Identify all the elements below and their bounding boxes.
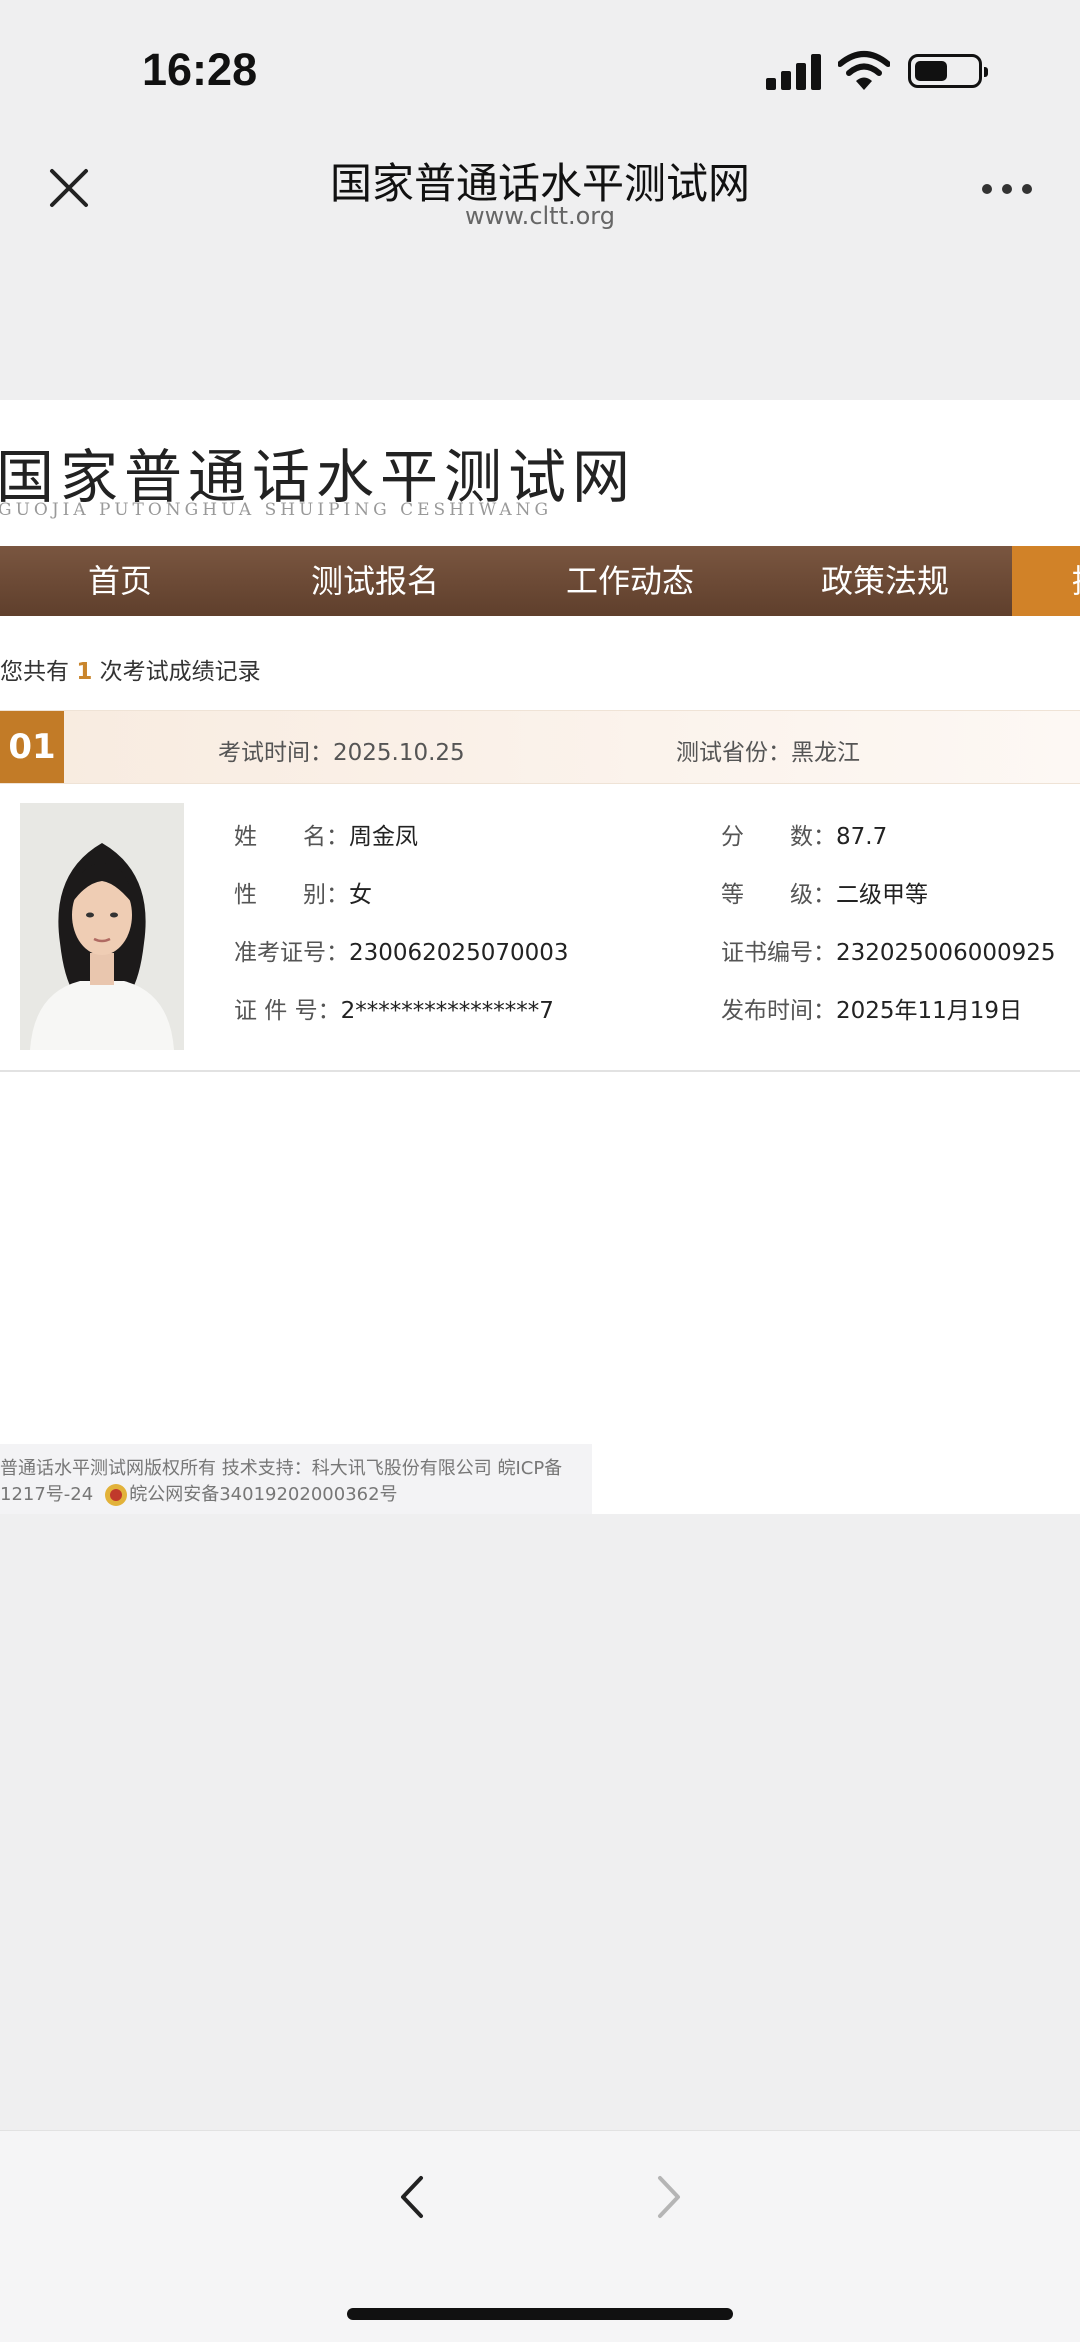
cert-label: 证书编号：: [721, 940, 836, 966]
battery-icon: [908, 54, 988, 88]
exam-time-value: 2025.10.25: [333, 740, 465, 766]
field-release: 发布时间：2025年11月19日: [721, 991, 1022, 1025]
field-cert: 证书编号：232025006000925: [721, 933, 1056, 967]
score-value: 87.7: [836, 824, 888, 850]
site-footer: 普通话水平测试网版权所有 技术支持：科大讯飞股份有限公司 皖ICP备 1217号…: [0, 1444, 592, 1514]
summary-prefix: 您共有: [0, 659, 69, 685]
chevron-left-icon[interactable]: [393, 2172, 433, 2222]
field-score: 分 数：87.7: [721, 817, 887, 851]
ticket-label: 准考证号：: [234, 940, 349, 966]
field-id: 证 件 号：2****************7: [234, 991, 554, 1025]
site-logo-pinyin: GUOJIA PUTONGHUA SHUIPING CESHIWANG: [0, 500, 553, 520]
chevron-right-icon[interactable]: [648, 2172, 688, 2222]
field-gender: 性 别：女: [234, 875, 372, 909]
cert-value: 232025006000925: [836, 940, 1056, 966]
footer-icp[interactable]: 1217号-24: [0, 1484, 93, 1505]
footer-police-record[interactable]: 皖公网安备34019202000362号: [129, 1484, 397, 1505]
candidate-photo: [20, 803, 184, 1050]
exam-time-label: 考试时间：: [218, 740, 333, 766]
level-value: 二级甲等: [836, 882, 928, 908]
record-number: 01: [0, 711, 64, 783]
exam-province: 测试省份：黑龙江: [676, 733, 860, 767]
status-time: 16:28: [142, 44, 258, 95]
level-label: 等 级：: [721, 882, 836, 908]
field-level: 等 级：二级甲等: [721, 875, 928, 909]
exam-time: 考试时间：2025.10.25: [218, 733, 465, 767]
page-url: www.cltt.org: [465, 202, 615, 230]
web-content: 国家普通话水平测试网 GUOJIA PUTONGHUA SHUIPING CES…: [0, 400, 1080, 1514]
more-icon[interactable]: [982, 184, 1032, 196]
release-label: 发布时间：: [721, 998, 836, 1024]
nav-item-partial-label: 授: [1072, 546, 1080, 616]
signal-icon: [766, 54, 822, 90]
nav-item-policy[interactable]: 政策法规: [805, 546, 965, 616]
id-label: 证 件 号：: [234, 998, 341, 1024]
nav-item-news[interactable]: 工作动态: [550, 546, 710, 616]
summary-suffix: 次考试成绩记录: [99, 659, 261, 685]
nav-item-registration[interactable]: 测试报名: [295, 546, 455, 616]
record-body: 姓 名：周金凤 性 别：女 准考证号：230062025070003 证 件 号…: [0, 783, 1080, 1072]
score-label: 分 数：: [721, 824, 836, 850]
id-value: 2****************7: [340, 998, 554, 1024]
summary-count: 1: [76, 659, 93, 685]
field-name: 姓 名：周金凤: [234, 817, 418, 851]
name-label: 姓 名：: [234, 824, 349, 850]
province-value: 黑龙江: [791, 740, 860, 766]
field-ticket: 准考证号：230062025070003: [234, 933, 569, 967]
site-nav: 首页 测试报名 工作动态 政策法规 授: [0, 546, 1080, 616]
name-value: 周金凤: [349, 824, 418, 850]
gender-value: 女: [349, 882, 372, 908]
nav-item-home[interactable]: 首页: [40, 546, 200, 616]
record-summary: 您共有 1 次考试成绩记录: [0, 652, 261, 686]
home-indicator[interactable]: [347, 2308, 733, 2320]
footer-record: 1217号-24 皖公网安备34019202000362号: [0, 1480, 398, 1506]
police-emblem-icon: [105, 1484, 128, 1506]
province-label: 测试省份：: [676, 740, 791, 766]
gender-label: 性 别：: [234, 882, 349, 908]
record-header: 01 考试时间：2025.10.25 测试省份：黑龙江: [0, 710, 1080, 784]
release-value: 2025年11月19日: [836, 998, 1023, 1024]
footer-copyright: 普通话水平测试网版权所有 技术支持：科大讯飞股份有限公司 皖ICP备: [0, 1458, 563, 1479]
ticket-value: 230062025070003: [349, 940, 569, 966]
nav-item-active[interactable]: 授: [1012, 546, 1080, 616]
wifi-icon: [838, 51, 890, 90]
